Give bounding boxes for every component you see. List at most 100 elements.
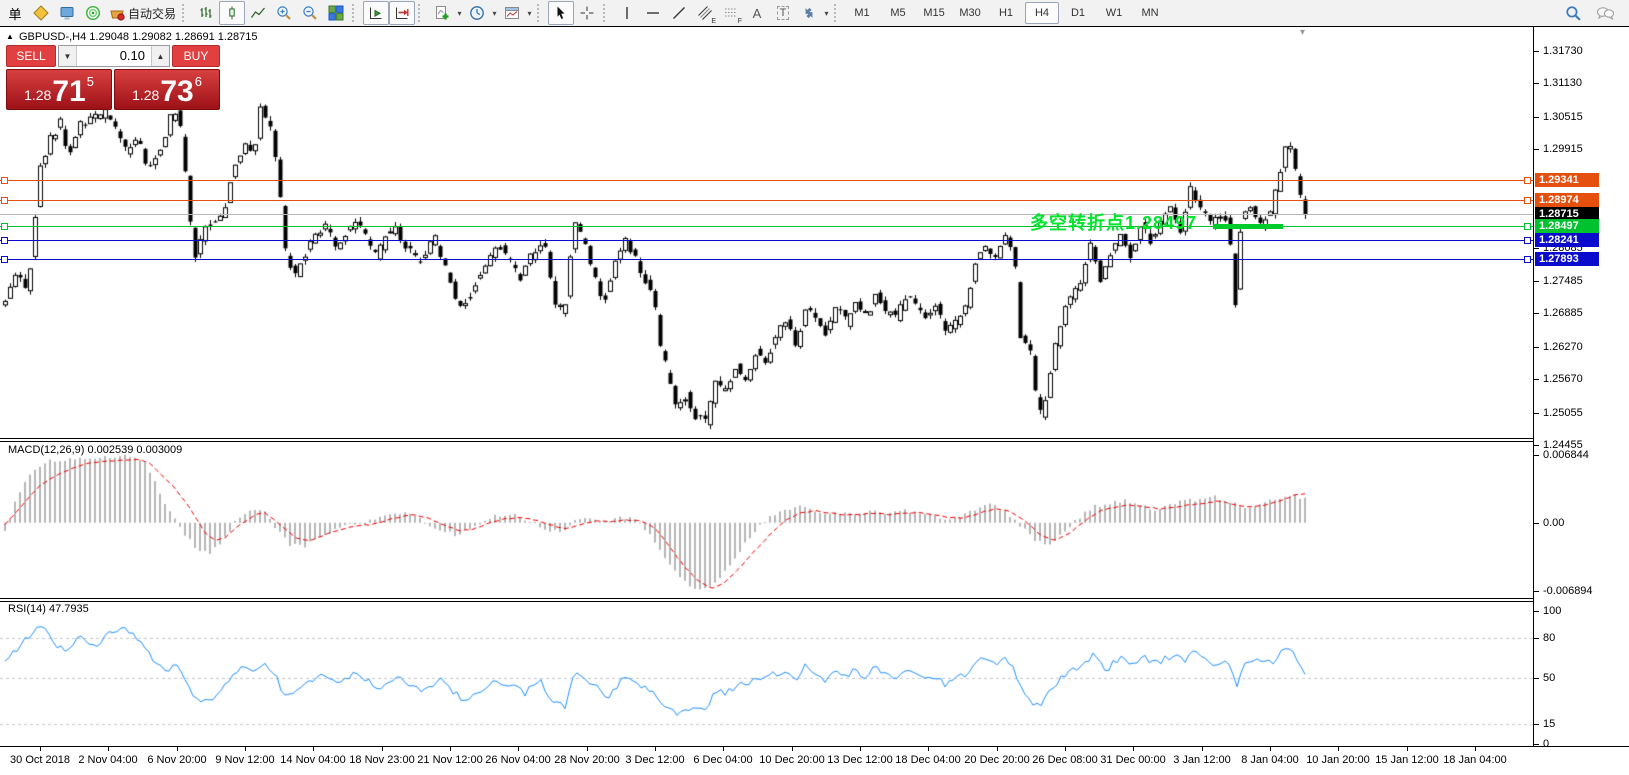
crosshair-icon [579,5,595,21]
crosshair-button[interactable] [574,1,600,25]
time-axis-tick [1133,747,1134,751]
sell-price-button[interactable]: 1.28715 [6,69,112,110]
arrows-tool-button[interactable] [796,1,822,25]
buy-price-button[interactable]: 1.28736 [114,69,220,110]
timeframe-button-mn[interactable]: MN [1133,2,1167,24]
text-tool-button[interactable]: A [744,1,770,25]
text-label-tool-button[interactable]: T [770,1,796,25]
time-axis-tick [928,747,929,751]
sell-price-main: 1.28 [24,87,51,103]
timeframe-button-h1[interactable]: H1 [989,2,1023,24]
time-axis-tick [997,747,998,751]
candlestick-chart-icon [224,5,240,21]
periods-button[interactable] [464,1,490,25]
timeframe-button-m30[interactable]: M30 [953,2,987,24]
periods-clock-icon [469,5,485,21]
time-axis-tick [313,747,314,751]
signals-icon-button[interactable] [80,1,106,25]
time-axis-tick [860,747,861,751]
zoom-out-button[interactable] [297,1,323,25]
one-click-toggle-arrow[interactable]: ▲ [6,32,14,41]
horizontal-line-button[interactable] [640,1,666,25]
time-axis-label: 10 Dec 20:00 [759,754,824,766]
equidistant-channel-button[interactable]: E [692,1,718,25]
sell-button[interactable]: SELL [6,45,56,67]
terminal-icon-button[interactable] [54,1,80,25]
trendline-button[interactable] [666,1,692,25]
cursor-button[interactable] [548,1,574,25]
buy-button[interactable]: BUY [172,45,220,67]
timeframe-button-m15[interactable]: M15 [917,2,951,24]
time-axis-label: 13 Dec 12:00 [827,754,892,766]
arrows-dropdown-caret[interactable]: ▾ [822,9,831,18]
toolbar-right-group [1565,5,1615,22]
timeframe-button-m1[interactable]: M1 [845,2,879,24]
green-trend-segment[interactable] [1213,224,1283,229]
time-axis-tick [450,747,451,751]
macd-indicator-canvas[interactable] [0,442,1534,597]
indicators-button[interactable] [429,1,455,25]
time-axis-label: 18 Nov 23:00 [349,754,414,766]
time-axis-label: 28 Nov 20:00 [554,754,619,766]
fibonacci-button[interactable]: F [718,1,744,25]
tile-windows-button[interactable] [323,1,349,25]
time-axis-label: 10 Jan 20:00 [1306,754,1370,766]
chart-title: GBPUSD-,H4 1.29048 1.29082 1.28691 1.287… [19,31,258,43]
chart-shift-button[interactable] [389,1,415,25]
time-axis-tick [108,747,109,751]
chat-icon[interactable] [1596,5,1615,21]
new-order-button[interactable]: 单 [2,1,28,25]
buy-price-main: 1.28 [132,87,159,103]
timeframe-button-d1[interactable]: D1 [1061,2,1095,24]
toolbar-grip [182,4,188,22]
timeframe-button-h4[interactable]: H4 [1025,2,1059,24]
bar-chart-button[interactable] [193,1,219,25]
time-axis-label: 6 Dec 04:00 [693,754,752,766]
price-axis[interactable] [1533,27,1629,746]
indicators-dropdown-caret[interactable]: ▾ [455,9,464,18]
volume-input[interactable]: 0.10 [77,46,151,66]
time-axis-tick [40,747,41,751]
line-chart-button[interactable] [245,1,271,25]
candlestick-chart-canvas[interactable] [0,27,1534,438]
arrows-tool-icon [801,5,817,21]
time-axis-label: 21 Nov 12:00 [417,754,482,766]
time-axis-tick [723,747,724,751]
buy-price-sup: 6 [195,74,202,89]
rsi-indicator-canvas[interactable] [0,602,1534,746]
time-axis-tick [1202,747,1203,751]
time-axis-label: 20 Dec 20:00 [964,754,1029,766]
toolbar-grip [418,4,424,22]
search-icon[interactable] [1565,5,1582,22]
macd-splitter[interactable] [0,438,1534,442]
time-axis-label: 18 Dec 04:00 [895,754,960,766]
text-label-glyph: T [777,6,790,20]
timeframe-button-m5[interactable]: M5 [881,2,915,24]
time-axis-label: 30 Oct 2018 [10,754,70,766]
candlestick-chart-button[interactable] [219,1,245,25]
periods-dropdown-caret[interactable]: ▾ [490,9,499,18]
templates-dropdown-caret[interactable]: ▾ [525,9,534,18]
rsi-splitter[interactable] [0,598,1534,602]
buy-price-big: 73 [160,77,193,107]
auto-trading-button[interactable]: 自动交易 [106,2,179,24]
auto-trading-label: 自动交易 [128,5,176,22]
metaeditor-icon-button[interactable] [28,1,54,25]
terminal-icon [59,5,75,21]
time-axis-tick [177,747,178,751]
fibonacci-icon [723,5,739,21]
horizontal-line-icon [645,5,661,21]
time-axis-tick [1270,747,1271,751]
templates-button[interactable] [499,1,525,25]
timeframe-button-w1[interactable]: W1 [1097,2,1131,24]
volume-increase-button[interactable]: ▲ [151,46,169,66]
volume-decrease-button[interactable]: ▼ [59,46,77,66]
auto-scroll-button[interactable] [363,1,389,25]
signals-icon [85,5,101,21]
templates-icon [504,5,520,21]
vertical-line-button[interactable] [614,1,640,25]
rsi-label: RSI(14) 47.7935 [8,603,89,615]
toolbar-grip [537,4,543,22]
zoom-in-button[interactable] [271,1,297,25]
chart-text-annotation[interactable]: 多空转折点1.28497 [1030,209,1197,235]
